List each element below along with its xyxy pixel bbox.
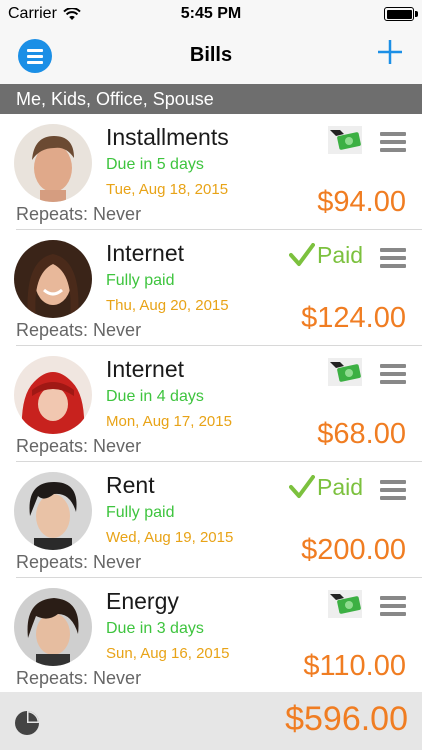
bill-repeats: Repeats: Never [16, 436, 142, 456]
avatar [14, 472, 92, 550]
bill-row-internet[interactable]: Internet Due in 4 days Mon, Aug 17, 2015… [0, 346, 422, 462]
paid-label: Paid [317, 241, 364, 268]
bill-row-internet-paid[interactable]: Internet Fully paid Thu, Aug 20, 2015 Re… [0, 230, 422, 346]
paid-indicator: Paid [289, 472, 363, 502]
bill-repeats: Repeats: Never [16, 668, 142, 688]
paid-label: Paid [317, 473, 364, 500]
reorder-handle-icon[interactable] [380, 596, 406, 616]
money-hand-icon[interactable] [326, 356, 364, 388]
avatar [14, 124, 92, 202]
bill-due-status: Due in 3 days [106, 620, 204, 637]
battery-icon [384, 7, 418, 21]
reorder-handle-icon[interactable] [380, 480, 406, 500]
checkmark-icon [289, 475, 315, 498]
bill-repeats: Repeats: Never [16, 552, 142, 572]
bill-amount: $124.00 [301, 302, 406, 334]
payer-filter-bar[interactable]: Me, Kids, Office, Spouse [0, 84, 422, 114]
bill-name: Internet [106, 356, 184, 382]
bill-name: Rent [106, 472, 155, 498]
bill-due-date: Thu, Aug 20, 2015 [106, 297, 229, 314]
bill-due-date: Sun, Aug 16, 2015 [106, 645, 230, 662]
bill-row-installments[interactable]: Installments Due in 5 days Tue, Aug 18, … [0, 114, 422, 230]
total-amount: $596.00 [285, 700, 408, 738]
bill-due-date: Mon, Aug 17, 2015 [106, 413, 232, 430]
pie-chart-icon[interactable] [13, 709, 41, 737]
money-hand-icon[interactable] [326, 588, 364, 620]
status-bar: Carrier 5:45 PM [0, 0, 422, 28]
reorder-handle-icon[interactable] [380, 364, 406, 384]
bill-due-status: Fully paid [106, 504, 175, 521]
bills-list[interactable]: Installments Due in 5 days Tue, Aug 18, … [0, 114, 422, 692]
bill-due-status: Fully paid [106, 272, 175, 289]
avatar [14, 588, 92, 666]
bill-due-status: Due in 5 days [106, 156, 204, 173]
bill-row-energy[interactable]: Energy Due in 3 days Sun, Aug 16, 2015 R… [0, 578, 422, 692]
clock: 5:45 PM [180, 5, 242, 22]
bill-due-date: Tue, Aug 18, 2015 [106, 181, 229, 198]
reorder-handle-icon[interactable] [380, 248, 406, 268]
bill-amount: $94.00 [317, 186, 406, 218]
bill-due-date: Wed, Aug 19, 2015 [106, 529, 234, 546]
payer-filter-label: Me, Kids, Office, Spouse [16, 89, 214, 109]
bill-amount: $200.00 [301, 534, 406, 566]
bill-row-rent[interactable]: Rent Fully paid Wed, Aug 19, 2015 Repeat… [0, 462, 422, 578]
bill-repeats: Repeats: Never [16, 320, 142, 340]
bill-amount: $110.00 [303, 650, 406, 682]
paid-indicator: Paid [289, 240, 363, 270]
bill-name: Energy [106, 588, 179, 614]
totals-footer: $596.00 [0, 692, 422, 750]
bill-due-status: Due in 4 days [106, 388, 204, 405]
bill-amount: $68.00 [317, 418, 406, 450]
page-title: Bills [189, 44, 233, 66]
bill-repeats: Repeats: Never [16, 204, 142, 224]
bill-name: Internet [106, 240, 184, 266]
reorder-handle-icon[interactable] [380, 132, 406, 152]
checkmark-icon [289, 243, 315, 266]
navigation-bar: Bills [0, 28, 422, 84]
avatar [14, 356, 92, 434]
avatar [14, 240, 92, 318]
bill-name: Installments [106, 124, 229, 150]
add-bill-button[interactable] [374, 36, 406, 68]
money-hand-icon[interactable] [326, 124, 364, 156]
